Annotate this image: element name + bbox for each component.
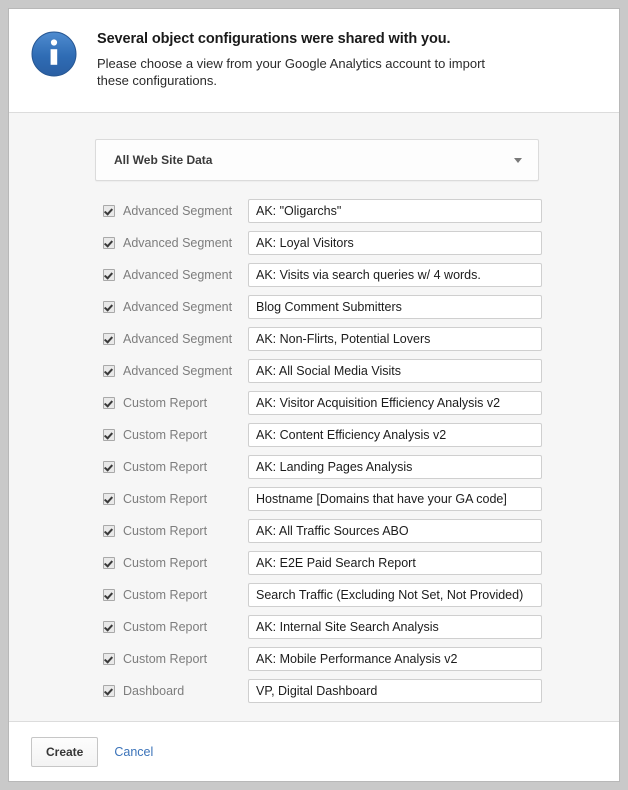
cancel-link[interactable]: Cancel: [114, 745, 153, 759]
config-name-input[interactable]: AK: Visitor Acquisition Efficiency Analy…: [248, 391, 542, 415]
config-row: Custom Report AK: Internal Site Search An…: [9, 611, 619, 643]
config-type-label: Custom Report: [123, 556, 208, 570]
config-name-input[interactable]: VP, Digital Dashboard: [248, 679, 542, 703]
config-row: Custom Report AK: Mobile Performance Anal…: [9, 643, 619, 675]
checkbox-checked-icon[interactable]: [103, 269, 115, 281]
checkbox-checked-icon[interactable]: [103, 589, 115, 601]
checkbox-checked-icon[interactable]: [103, 557, 115, 569]
dialog-body: All Web Site Data Advanced Segment AK: "O…: [9, 113, 619, 721]
import-configurations-dialog: Several object configurations were share…: [8, 8, 620, 782]
config-row: Custom Report AK: E2E Paid Search Report: [9, 547, 619, 579]
config-row: Advanced Segment AK: Loyal Visitors: [9, 227, 619, 259]
config-name-input[interactable]: AK: Mobile Performance Analysis v2: [248, 647, 542, 671]
config-name-input[interactable]: AK: Content Efficiency Analysis v2: [248, 423, 542, 447]
checkbox-checked-icon[interactable]: [103, 365, 115, 377]
config-type-label: Custom Report: [123, 524, 208, 538]
config-name-input[interactable]: AK: Internal Site Search Analysis: [248, 615, 542, 639]
info-circle-icon: [31, 31, 77, 77]
checkbox-checked-icon[interactable]: [103, 237, 115, 249]
config-row: Advanced Segment Blog Comment Submitters: [9, 291, 619, 323]
checkbox-checked-icon[interactable]: [103, 685, 115, 697]
checkbox-checked-icon[interactable]: [103, 493, 115, 505]
config-row: Custom Report AK: Landing Pages Analysis: [9, 451, 619, 483]
config-type-label: Custom Report: [123, 428, 208, 442]
config-row: Custom Report Search Traffic (Excluding N…: [9, 579, 619, 611]
config-type-label: Advanced Segment: [123, 332, 233, 346]
config-row: Custom Report AK: Content Efficiency Anal…: [9, 419, 619, 451]
config-type-label: Advanced Segment: [123, 268, 233, 282]
checkbox-checked-icon[interactable]: [103, 333, 115, 345]
dialog-header-text: Several object configurations were share…: [97, 29, 595, 89]
config-name-input[interactable]: Hostname [Domains that have your GA code…: [248, 487, 542, 511]
config-type-label: Custom Report: [123, 396, 208, 410]
checkbox-checked-icon[interactable]: [103, 205, 115, 217]
config-row: Custom Report Hostname [Domains that have…: [9, 483, 619, 515]
config-type-label: Advanced Segment: [123, 236, 233, 250]
config-type-label: Custom Report: [123, 492, 208, 506]
checkbox-checked-icon[interactable]: [103, 397, 115, 409]
checkbox-checked-icon[interactable]: [103, 429, 115, 441]
config-name-input[interactable]: AK: "Oligarchs": [248, 199, 542, 223]
config-type-label: Advanced Segment: [123, 300, 233, 314]
view-select-value: All Web Site Data: [114, 153, 213, 167]
config-name-input[interactable]: Search Traffic (Excluding Not Set, Not P…: [248, 583, 542, 607]
configuration-list: Advanced Segment AK: "Oligarchs" Advanced …: [9, 195, 619, 707]
dialog-header: Several object configurations were share…: [9, 9, 619, 113]
config-name-input[interactable]: AK: Landing Pages Analysis: [248, 455, 542, 479]
dialog-footer: Create Cancel: [9, 721, 619, 781]
config-name-input[interactable]: AK: All Traffic Sources ABO: [248, 519, 542, 543]
create-button[interactable]: Create: [31, 736, 99, 767]
dialog-title: Several object configurations were share…: [97, 31, 451, 47]
chevron-down-icon: [514, 158, 522, 163]
checkbox-checked-icon[interactable]: [103, 525, 115, 537]
config-name-input[interactable]: AK: E2E Paid Search Report: [248, 551, 542, 575]
config-row: Advanced Segment AK: "Oligarchs": [9, 195, 619, 227]
config-type-label: Custom Report: [123, 460, 208, 474]
config-row: Dashboard VP, Digital Dashboard: [9, 675, 619, 707]
config-row: Custom Report AK: All Traffic Sources ABO: [9, 515, 619, 547]
dialog-subtitle: Please choose a view from your Google An…: [97, 56, 486, 88]
config-name-input[interactable]: AK: Loyal Visitors: [248, 231, 542, 255]
config-row: Custom Report AK: Visitor Acquisition Eff…: [9, 387, 619, 419]
config-type-label: Custom Report: [123, 652, 208, 666]
config-type-label: Custom Report: [123, 588, 208, 602]
config-row: Advanced Segment AK: Visits via search qu…: [9, 259, 619, 291]
config-name-input[interactable]: AK: All Social Media Visits: [248, 359, 542, 383]
config-type-label: Dashboard: [123, 684, 185, 698]
checkbox-checked-icon[interactable]: [103, 461, 115, 473]
config-row: Advanced Segment AK: Non-Flirts, Potentia…: [9, 323, 619, 355]
checkbox-checked-icon[interactable]: [103, 621, 115, 633]
config-name-input[interactable]: Blog Comment Submitters: [248, 295, 542, 319]
config-name-input[interactable]: AK: Non-Flirts, Potential Lovers: [248, 327, 542, 351]
checkbox-checked-icon[interactable]: [103, 301, 115, 313]
config-type-label: Advanced Segment: [123, 364, 233, 378]
config-row: Advanced Segment AK: All Social Media Vis…: [9, 355, 619, 387]
config-type-label: Advanced Segment: [123, 204, 233, 218]
config-type-label: Custom Report: [123, 620, 208, 634]
config-name-input[interactable]: AK: Visits via search queries w/ 4 words…: [248, 263, 542, 287]
view-select[interactable]: All Web Site Data: [95, 139, 539, 181]
checkbox-checked-icon[interactable]: [103, 653, 115, 665]
